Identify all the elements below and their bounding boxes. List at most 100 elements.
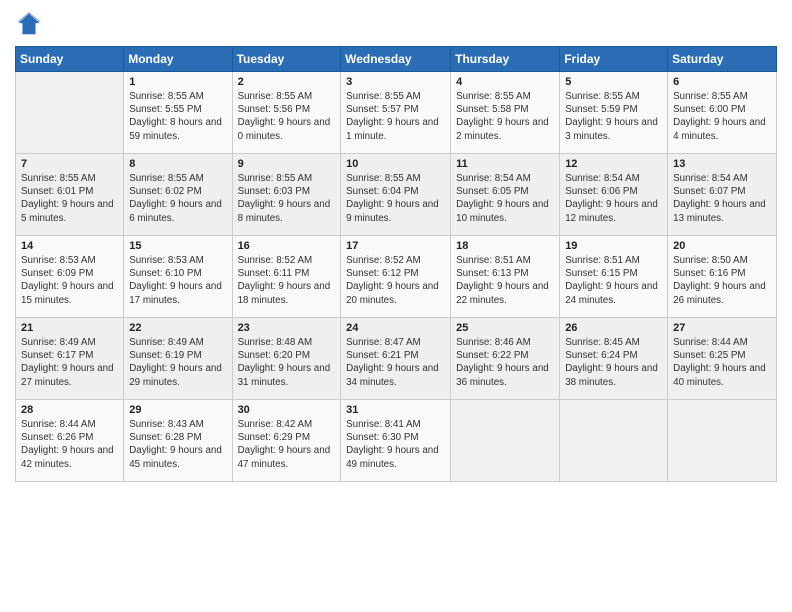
calendar-cell: 19 Sunrise: 8:51 AM Sunset: 6:15 PM Dayli… <box>560 236 668 318</box>
calendar-cell <box>560 400 668 482</box>
day-number: 7 <box>21 158 118 170</box>
weekday-header-row: SundayMondayTuesdayWednesdayThursdayFrid… <box>16 47 777 72</box>
weekday-header-friday: Friday <box>560 47 668 72</box>
day-info: Sunrise: 8:53 AM Sunset: 6:09 PM Dayligh… <box>21 254 118 307</box>
day-number: 11 <box>456 158 554 170</box>
calendar-cell: 22 Sunrise: 8:49 AM Sunset: 6:19 PM Dayli… <box>124 318 232 400</box>
logo-icon <box>15 10 43 38</box>
weekday-header-monday: Monday <box>124 47 232 72</box>
day-number: 21 <box>21 322 118 334</box>
day-number: 18 <box>456 240 554 252</box>
day-number: 28 <box>21 404 118 416</box>
calendar-cell: 13 Sunrise: 8:54 AM Sunset: 6:07 PM Dayli… <box>668 154 777 236</box>
day-info: Sunrise: 8:50 AM Sunset: 6:16 PM Dayligh… <box>673 254 771 307</box>
day-info: Sunrise: 8:48 AM Sunset: 6:20 PM Dayligh… <box>238 336 336 389</box>
day-info: Sunrise: 8:46 AM Sunset: 6:22 PM Dayligh… <box>456 336 554 389</box>
day-info: Sunrise: 8:54 AM Sunset: 6:06 PM Dayligh… <box>565 172 662 225</box>
calendar-cell: 1Sunrise: 8:55 AM Sunset: 5:55 PM Daylig… <box>124 72 232 154</box>
day-info: Sunrise: 8:55 AM Sunset: 5:56 PM Dayligh… <box>238 90 336 143</box>
day-number: 15 <box>129 240 226 252</box>
calendar-cell: 14 Sunrise: 8:53 AM Sunset: 6:09 PM Dayli… <box>16 236 124 318</box>
day-number: 26 <box>565 322 662 334</box>
day-info: Sunrise: 8:51 AM Sunset: 6:13 PM Dayligh… <box>456 254 554 307</box>
calendar-cell: 24 Sunrise: 8:47 AM Sunset: 6:21 PM Dayli… <box>341 318 451 400</box>
weekday-header-sunday: Sunday <box>16 47 124 72</box>
logo <box>15 10 47 38</box>
day-number: 30 <box>238 404 336 416</box>
day-number: 2 <box>238 76 336 88</box>
calendar-cell: 25 Sunrise: 8:46 AM Sunset: 6:22 PM Dayli… <box>451 318 560 400</box>
weekday-header-wednesday: Wednesday <box>341 47 451 72</box>
day-number: 23 <box>238 322 336 334</box>
day-number: 14 <box>21 240 118 252</box>
day-info: Sunrise: 8:52 AM Sunset: 6:11 PM Dayligh… <box>238 254 336 307</box>
weekday-header-tuesday: Tuesday <box>232 47 341 72</box>
day-number: 24 <box>346 322 445 334</box>
day-info: Sunrise: 8:47 AM Sunset: 6:21 PM Dayligh… <box>346 336 445 389</box>
calendar-cell: 8Sunrise: 8:55 AM Sunset: 6:02 PM Daylig… <box>124 154 232 236</box>
day-info: Sunrise: 8:55 AM Sunset: 5:58 PM Dayligh… <box>456 90 554 143</box>
day-number: 20 <box>673 240 771 252</box>
week-row-1: 7 Sunrise: 8:55 AM Sunset: 6:01 PM Daylig… <box>16 154 777 236</box>
calendar-cell: 18 Sunrise: 8:51 AM Sunset: 6:13 PM Dayli… <box>451 236 560 318</box>
day-number: 4 <box>456 76 554 88</box>
day-info: Sunrise: 8:54 AM Sunset: 6:05 PM Dayligh… <box>456 172 554 225</box>
day-info: Sunrise: 8:52 AM Sunset: 6:12 PM Dayligh… <box>346 254 445 307</box>
calendar-cell: 29 Sunrise: 8:43 AM Sunset: 6:28 PM Dayli… <box>124 400 232 482</box>
day-info: Sunrise: 8:53 AM Sunset: 6:10 PM Dayligh… <box>129 254 226 307</box>
day-number: 27 <box>673 322 771 334</box>
calendar-cell: 26 Sunrise: 8:45 AM Sunset: 6:24 PM Dayli… <box>560 318 668 400</box>
day-number: 10 <box>346 158 445 170</box>
day-info: Sunrise: 8:51 AM Sunset: 6:15 PM Dayligh… <box>565 254 662 307</box>
calendar-cell: 27 Sunrise: 8:44 AM Sunset: 6:25 PM Dayli… <box>668 318 777 400</box>
day-number: 16 <box>238 240 336 252</box>
weekday-header-thursday: Thursday <box>451 47 560 72</box>
week-row-4: 28 Sunrise: 8:44 AM Sunset: 6:26 PM Dayli… <box>16 400 777 482</box>
day-info: Sunrise: 8:55 AM Sunset: 6:04 PM Dayligh… <box>346 172 445 225</box>
day-info: Sunrise: 8:44 AM Sunset: 6:25 PM Dayligh… <box>673 336 771 389</box>
day-number: 5 <box>565 76 662 88</box>
day-info: Sunrise: 8:54 AM Sunset: 6:07 PM Dayligh… <box>673 172 771 225</box>
calendar-cell: 23 Sunrise: 8:48 AM Sunset: 6:20 PM Dayli… <box>232 318 341 400</box>
calendar-cell: 6Sunrise: 8:55 AM Sunset: 6:00 PM Daylig… <box>668 72 777 154</box>
day-info: Sunrise: 8:49 AM Sunset: 6:19 PM Dayligh… <box>129 336 226 389</box>
calendar-cell <box>668 400 777 482</box>
day-info: Sunrise: 8:49 AM Sunset: 6:17 PM Dayligh… <box>21 336 118 389</box>
day-info: Sunrise: 8:42 AM Sunset: 6:29 PM Dayligh… <box>238 418 336 471</box>
calendar-cell: 11 Sunrise: 8:54 AM Sunset: 6:05 PM Dayli… <box>451 154 560 236</box>
day-info: Sunrise: 8:43 AM Sunset: 6:28 PM Dayligh… <box>129 418 226 471</box>
calendar-cell: 12Sunrise: 8:54 AM Sunset: 6:06 PM Dayli… <box>560 154 668 236</box>
day-number: 17 <box>346 240 445 252</box>
day-info: Sunrise: 8:55 AM Sunset: 6:02 PM Dayligh… <box>129 172 226 225</box>
day-number: 22 <box>129 322 226 334</box>
day-info: Sunrise: 8:55 AM Sunset: 6:01 PM Dayligh… <box>21 172 118 225</box>
calendar-table: SundayMondayTuesdayWednesdayThursdayFrid… <box>15 46 777 482</box>
day-info: Sunrise: 8:55 AM Sunset: 5:59 PM Dayligh… <box>565 90 662 143</box>
calendar-cell: 17 Sunrise: 8:52 AM Sunset: 6:12 PM Dayli… <box>341 236 451 318</box>
calendar-cell: 4 Sunrise: 8:55 AM Sunset: 5:58 PM Daylig… <box>451 72 560 154</box>
week-row-2: 14 Sunrise: 8:53 AM Sunset: 6:09 PM Dayli… <box>16 236 777 318</box>
calendar-cell: 3 Sunrise: 8:55 AM Sunset: 5:57 PM Daylig… <box>341 72 451 154</box>
day-info: Sunrise: 8:55 AM Sunset: 5:55 PM Dayligh… <box>129 90 226 143</box>
calendar-cell <box>16 72 124 154</box>
calendar-cell: 7 Sunrise: 8:55 AM Sunset: 6:01 PM Daylig… <box>16 154 124 236</box>
calendar-cell: 28 Sunrise: 8:44 AM Sunset: 6:26 PM Dayli… <box>16 400 124 482</box>
day-number: 3 <box>346 76 445 88</box>
calendar-cell <box>451 400 560 482</box>
day-number: 29 <box>129 404 226 416</box>
day-info: Sunrise: 8:55 AM Sunset: 6:03 PM Dayligh… <box>238 172 336 225</box>
day-info: Sunrise: 8:45 AM Sunset: 6:24 PM Dayligh… <box>565 336 662 389</box>
calendar-cell: 21 Sunrise: 8:49 AM Sunset: 6:17 PM Dayli… <box>16 318 124 400</box>
day-number: 31 <box>346 404 445 416</box>
week-row-0: 1Sunrise: 8:55 AM Sunset: 5:55 PM Daylig… <box>16 72 777 154</box>
calendar-cell: 31Sunrise: 8:41 AM Sunset: 6:30 PM Dayli… <box>341 400 451 482</box>
calendar-cell: 16 Sunrise: 8:52 AM Sunset: 6:11 PM Dayli… <box>232 236 341 318</box>
day-number: 19 <box>565 240 662 252</box>
day-info: Sunrise: 8:55 AM Sunset: 5:57 PM Dayligh… <box>346 90 445 143</box>
page-header <box>15 10 777 38</box>
day-number: 13 <box>673 158 771 170</box>
day-number: 25 <box>456 322 554 334</box>
day-info: Sunrise: 8:55 AM Sunset: 6:00 PM Dayligh… <box>673 90 771 143</box>
day-info: Sunrise: 8:44 AM Sunset: 6:26 PM Dayligh… <box>21 418 118 471</box>
calendar-cell: 5 Sunrise: 8:55 AM Sunset: 5:59 PM Daylig… <box>560 72 668 154</box>
